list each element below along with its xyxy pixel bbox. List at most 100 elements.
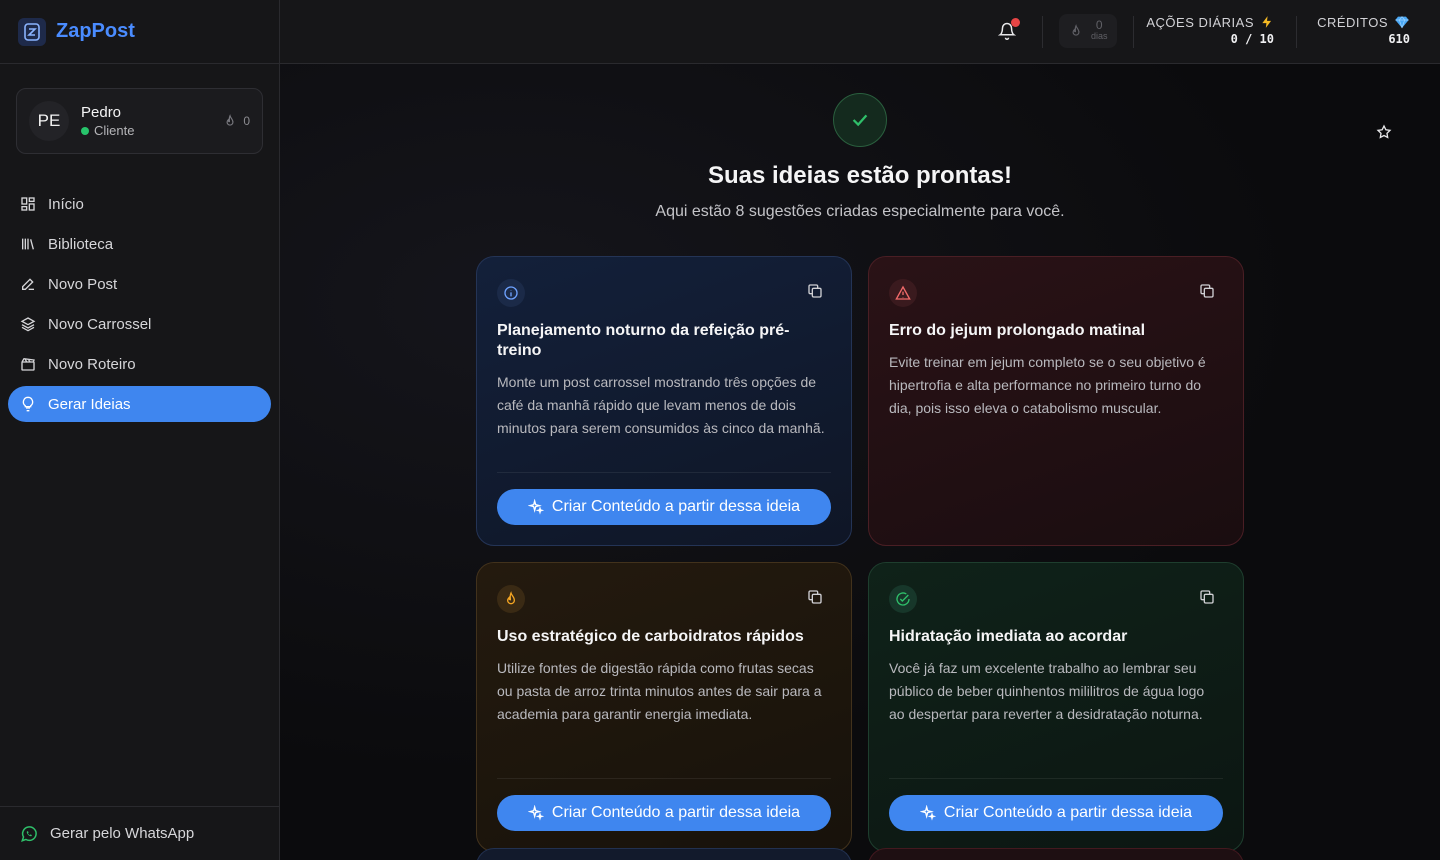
clapperboard-icon [21, 357, 35, 371]
streak-unit: dias [1091, 31, 1108, 41]
idea-title: Planejamento noturno da refeição pré-tre… [497, 322, 790, 359]
copy-button[interactable] [1199, 589, 1217, 607]
divider [497, 472, 831, 473]
idea-card: Uso estratégico de carboidratos rápidos … [476, 562, 852, 852]
create-content-label: Criar Conteúdo a partir dessa ideia [943, 804, 1193, 821]
divider [1296, 16, 1297, 48]
sidebar-item-label: Novo Post [48, 275, 118, 293]
idea-card: Planejamento noturno da refeição pré-tre… [476, 256, 852, 546]
zappost-logo-icon [18, 17, 46, 46]
user-streak-count: 0 [243, 114, 250, 128]
sidebar-item-biblioteca[interactable]: Biblioteca [8, 226, 271, 262]
sidebar-item-label: Novo Roteiro [48, 355, 136, 373]
idea-card: Hidratação imediata ao acordar Você já f… [868, 562, 1244, 852]
idea-description: Utilize fontes de digestão rápida como f… [497, 660, 822, 722]
whatsapp-icon [21, 825, 37, 842]
page-title: Suas ideias estão prontas! [707, 162, 1013, 189]
idea-card: Erro do jejum prolongado matinal Evite t… [868, 256, 1244, 546]
divider [1133, 16, 1134, 48]
sidebar-item-label: Início [48, 195, 84, 213]
user-name: Pedro [81, 104, 122, 121]
app: ZapPost PE Pedro Cliente 0 Início Biblio… [0, 0, 1440, 860]
diamond-icon [1395, 16, 1409, 29]
user-card[interactable]: PE Pedro Cliente 0 [16, 88, 263, 154]
create-content-label: Criar Conteúdo a partir dessa ideia [551, 498, 801, 515]
daily-actions-label: AÇÕES DIÁRIAS [1146, 14, 1274, 30]
copy-icon [1200, 284, 1214, 298]
sparkles-icon [527, 805, 544, 821]
idea-title: Hidratação imediata ao acordar [889, 628, 1128, 645]
idea-description: Monte um post carrossel mostrando três o… [497, 374, 825, 436]
sidebar-item-novo-carrossel[interactable]: Novo Carrossel [8, 306, 271, 342]
avatar: PE [29, 101, 69, 141]
brand[interactable]: ZapPost [0, 0, 279, 64]
divider [1042, 16, 1043, 48]
copy-button[interactable] [1199, 283, 1217, 301]
flame-icon [1072, 24, 1080, 36]
whatsapp-generate-link[interactable]: Gerar pelo WhatsApp [0, 806, 280, 860]
copy-button[interactable] [807, 283, 825, 301]
credits: CRÉDITOS 610 [1310, 14, 1410, 47]
sparkles-icon [527, 499, 544, 515]
sidebar-item-label: Gerar Ideias [48, 395, 131, 413]
flame-icon [226, 114, 234, 126]
warning-icon [889, 279, 917, 307]
online-status-dot [81, 126, 89, 135]
grid-icon [21, 197, 35, 211]
daily-actions-value: 0 / 10 [1230, 32, 1274, 46]
create-content-button[interactable]: Criar Conteúdo a partir dessa ideia [889, 795, 1223, 831]
star-icon [1376, 124, 1392, 139]
pen-icon [22, 278, 34, 290]
top-bar: 0 dias AÇÕES DIÁRIAS 0 / 10 CRÉDITOS 610 [280, 0, 1440, 64]
user-info: Pedro Cliente [81, 104, 223, 138]
create-content-button[interactable]: Criar Conteúdo a partir dessa ideia [497, 489, 831, 525]
check-circle-icon [889, 585, 917, 613]
success-badge [833, 93, 887, 147]
divider [497, 778, 831, 779]
sparkles-icon [919, 805, 936, 821]
copy-icon [808, 284, 822, 298]
idea-title: Erro do jejum prolongado matinal [889, 322, 1146, 339]
sidebar-nav: Início Biblioteca Novo Post Novo Carross… [8, 186, 271, 426]
sidebar-item-label: Novo Carrossel [48, 315, 152, 333]
lightbulb-icon [22, 396, 34, 412]
check-icon [852, 114, 868, 127]
brand-name: ZapPost [56, 20, 135, 42]
idea-description: Evite treinar em jejum completo se o seu… [889, 354, 1206, 416]
create-content-button[interactable]: Criar Conteúdo a partir dessa ideia [497, 795, 831, 831]
credits-label: CRÉDITOS [1310, 14, 1410, 30]
idea-title: Uso estratégico de carboidratos rápidos [497, 628, 804, 645]
copy-button[interactable] [807, 589, 825, 607]
layers-icon [20, 317, 36, 332]
sidebar-item-novo-roteiro[interactable]: Novo Roteiro [8, 346, 271, 382]
favorite-button[interactable] [1370, 118, 1398, 146]
copy-icon [1200, 590, 1214, 604]
library-icon [22, 238, 34, 250]
lightning-icon [1262, 16, 1272, 28]
user-streak: 0 [223, 114, 250, 128]
sidebar-item-label: Biblioteca [48, 235, 114, 253]
idea-card-partial [476, 848, 852, 860]
whatsapp-generate-label: Gerar pelo WhatsApp [50, 825, 195, 842]
streak-value: 0 [1095, 18, 1103, 32]
sidebar-item-novo-post[interactable]: Novo Post [8, 266, 271, 302]
notification-badge [1011, 18, 1020, 27]
sidebar-item-gerar-ideias[interactable]: Gerar Ideias [8, 386, 271, 422]
main-content: Suas ideias estão prontas! Aqui estão 8 … [280, 64, 1440, 860]
idea-description: Você já faz um excelente trabalho ao lem… [889, 660, 1205, 722]
flame-icon [497, 585, 525, 613]
page-subtitle: Aqui estão 8 sugestões criadas especialm… [655, 203, 1065, 220]
credits-value: 610 [1388, 32, 1410, 46]
user-role-label: Cliente [94, 123, 135, 138]
streak-text: 0 dias [1091, 18, 1108, 42]
streak-counter[interactable]: 0 dias [1059, 14, 1117, 48]
notifications-button[interactable] [997, 18, 1020, 42]
idea-card-partial [868, 848, 1244, 860]
copy-icon [808, 590, 822, 604]
daily-actions: AÇÕES DIÁRIAS 0 / 10 [1146, 14, 1274, 47]
create-content-label: Criar Conteúdo a partir dessa ideia [551, 804, 801, 821]
user-role: Cliente [81, 123, 223, 138]
sidebar-item-inicio[interactable]: Início [8, 186, 271, 222]
info-icon [497, 279, 525, 307]
sidebar: ZapPost PE Pedro Cliente 0 Início Biblio… [0, 0, 280, 860]
